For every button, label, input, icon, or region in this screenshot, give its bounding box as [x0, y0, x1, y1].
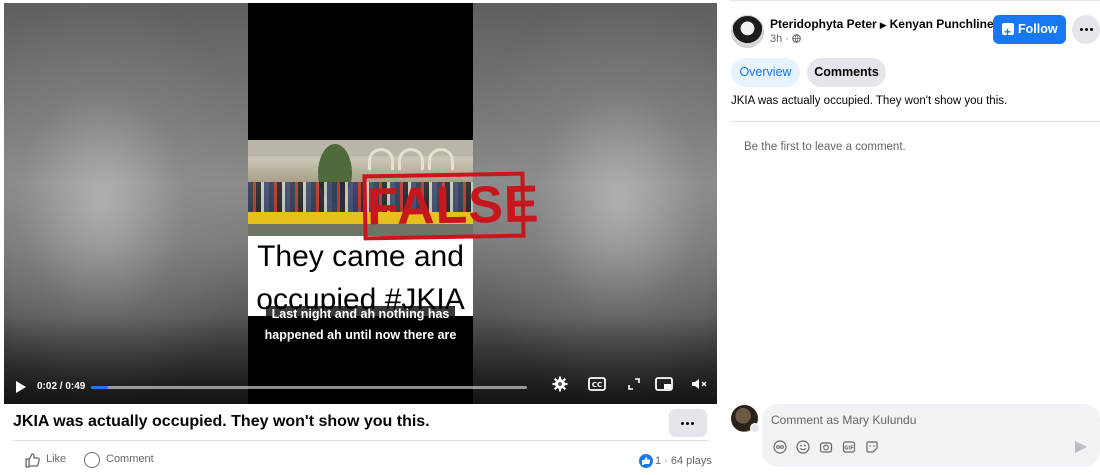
- video-progress-bar[interactable]: [91, 386, 527, 389]
- avatar-icon[interactable]: [772, 440, 787, 455]
- follow-icon: [1002, 18, 1014, 47]
- tab-overview[interactable]: Overview: [731, 58, 800, 87]
- divider: [731, 121, 1100, 122]
- follow-button[interactable]: Follow: [993, 15, 1066, 47]
- follow-label: Follow: [1018, 22, 1058, 36]
- post-title: JKIA was actually occupied. They won't s…: [13, 413, 430, 430]
- like-reaction-icon[interactable]: [639, 454, 653, 468]
- post-meta: 3h ·: [770, 33, 801, 45]
- like-icon[interactable]: [24, 452, 40, 468]
- divider: [13, 440, 709, 441]
- svg-text:GIF: GIF: [844, 445, 853, 451]
- comment-placeholder: Comment as Mary Kulundu: [771, 413, 917, 427]
- video-headline-line1: They came and: [257, 240, 464, 273]
- pip-icon[interactable]: [653, 376, 675, 398]
- globe-icon: [792, 34, 801, 43]
- caption-line1: Last night and ah nothing has: [265, 306, 456, 322]
- caption-line2: happened ah until now there are: [258, 327, 463, 343]
- fullscreen-icon[interactable]: [623, 376, 645, 398]
- svg-text:CC: CC: [592, 381, 602, 389]
- video-time: 0:02 / 0:49: [37, 381, 86, 392]
- post-description: JKIA was actually occupied. They won't s…: [731, 95, 1008, 107]
- false-stamp: FALSE: [362, 171, 540, 241]
- reactions-plays-count[interactable]: 1 · 64 plays: [655, 455, 712, 467]
- page-name[interactable]: Kenyan Punchline: [890, 17, 994, 31]
- emoji-icon[interactable]: [795, 440, 810, 455]
- comment-icon[interactable]: [84, 452, 100, 468]
- gif-icon[interactable]: GIF: [841, 440, 856, 455]
- chevron-down-icon[interactable]: [750, 423, 760, 433]
- panel-divider: [730, 0, 1100, 1]
- volume-icon[interactable]: [688, 376, 710, 398]
- camera-icon[interactable]: [818, 440, 833, 455]
- play-icon[interactable]: [16, 381, 26, 393]
- panel-more-button[interactable]: [1072, 15, 1100, 44]
- send-icon[interactable]: [1075, 441, 1087, 453]
- commenter-avatar[interactable]: [731, 405, 760, 433]
- arrow-right-icon: ▶: [879, 20, 887, 30]
- video-progress-fill: [91, 386, 109, 389]
- author-name[interactable]: Pteridophyta Peter: [770, 17, 877, 31]
- tab-comments[interactable]: Comments: [807, 58, 886, 87]
- post-time[interactable]: 3h ·: [770, 33, 789, 45]
- author-avatar[interactable]: [731, 15, 764, 48]
- empty-comments-note: Be the first to leave a comment.: [744, 141, 906, 153]
- video-player[interactable]: They came and occupied #JKIA Last night …: [4, 3, 717, 404]
- sticker-icon[interactable]: [864, 440, 879, 455]
- video-caption: Last night and ah nothing has happened a…: [250, 304, 471, 346]
- post-more-button[interactable]: [669, 409, 707, 437]
- captions-icon[interactable]: CC: [586, 376, 608, 398]
- like-button[interactable]: Like: [46, 453, 66, 465]
- comment-button[interactable]: Comment: [106, 453, 154, 465]
- video-controls: 0:02 / 0:49 CC: [4, 373, 717, 403]
- author-line: Pteridophyta Peter ▶ Kenyan Punchline: [770, 17, 994, 31]
- settings-icon[interactable]: [549, 376, 571, 398]
